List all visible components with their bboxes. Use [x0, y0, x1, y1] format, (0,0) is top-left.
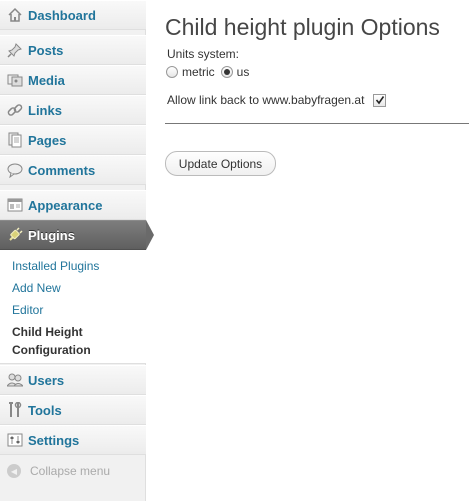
appearance-icon	[6, 196, 24, 214]
menu-item-appearance[interactable]: Appearance	[0, 190, 146, 220]
menu-label-links: Links	[28, 102, 62, 118]
pages-icon	[6, 131, 24, 149]
units-radio-group: metric us	[166, 65, 255, 79]
page-title: Child height plugin Options	[165, 14, 440, 40]
submenu-child-height-configuration-line2[interactable]: Configuration	[12, 341, 91, 359]
menu-label-pages: Pages	[28, 132, 67, 148]
menu-item-dashboard[interactable]: Dashboard	[0, 0, 146, 30]
radio-metric-label[interactable]: metric	[182, 65, 215, 79]
pushpin-icon	[6, 41, 24, 59]
settings-icon	[6, 431, 24, 449]
radio-metric[interactable]	[166, 66, 178, 78]
media-icon	[6, 71, 24, 89]
link-back-row: Allow link back to www.babyfragen.at	[167, 93, 387, 107]
submenu-child-height-configuration-line1[interactable]: Child Height	[12, 323, 83, 341]
submenu-editor[interactable]: Editor	[12, 301, 43, 319]
main-content: Child height plugin Options Units system…	[146, 0, 469, 501]
collapse-arrow-icon: ◀	[7, 464, 21, 478]
menu-item-plugins[interactable]: Plugins	[0, 220, 146, 250]
users-icon	[6, 371, 24, 389]
menu-label-appearance: Appearance	[28, 197, 103, 213]
collapse-menu-button[interactable]: ◀ Collapse menu	[0, 456, 146, 486]
checkmark-icon	[375, 96, 385, 105]
menu-label-dashboard: Dashboard	[28, 7, 96, 23]
submenu-installed-plugins[interactable]: Installed Plugins	[12, 257, 99, 275]
radio-us[interactable]	[220, 66, 233, 78]
menu-item-pages[interactable]: Pages	[0, 125, 146, 155]
menu-item-posts[interactable]: Posts	[0, 35, 146, 65]
link-back-checkbox[interactable]	[373, 93, 387, 107]
menu-label-comments: Comments	[28, 162, 96, 178]
units-system-label: Units system:	[167, 47, 240, 61]
collapse-menu-label: Collapse menu	[30, 464, 111, 478]
link-back-label: Allow link back to www.babyfragen.at	[167, 93, 365, 107]
speech-bubble-icon	[6, 161, 24, 179]
radio-us-label[interactable]: us	[237, 65, 250, 79]
submenu-add-new[interactable]: Add New	[12, 279, 61, 297]
menu-label-users: Users	[28, 372, 65, 388]
plugins-submenu: Installed Plugins Add New Editor Child H…	[0, 250, 146, 364]
menu-item-users[interactable]: Users	[0, 365, 146, 395]
menu-label-media: Media	[28, 72, 65, 88]
menu-label-tools: Tools	[28, 402, 62, 418]
house-icon	[6, 6, 24, 24]
menu-item-tools[interactable]: Tools	[0, 395, 146, 425]
menu-item-media[interactable]: Media	[0, 65, 146, 95]
menu-item-comments[interactable]: Comments	[0, 155, 146, 185]
chain-link-icon	[6, 101, 24, 119]
menu-item-settings[interactable]: Settings	[0, 425, 146, 455]
update-options-button[interactable]: Update Options	[165, 151, 276, 176]
menu-label-plugins: Plugins	[28, 227, 75, 243]
menu-label-settings: Settings	[28, 432, 80, 448]
menu-item-links[interactable]: Links	[0, 95, 146, 125]
menu-label-posts: Posts	[28, 42, 64, 58]
section-divider	[165, 123, 469, 124]
plug-icon	[6, 226, 24, 244]
tools-icon	[6, 401, 24, 419]
admin-sidebar: Dashboard Posts Media Links Pages Commen…	[0, 0, 154, 501]
